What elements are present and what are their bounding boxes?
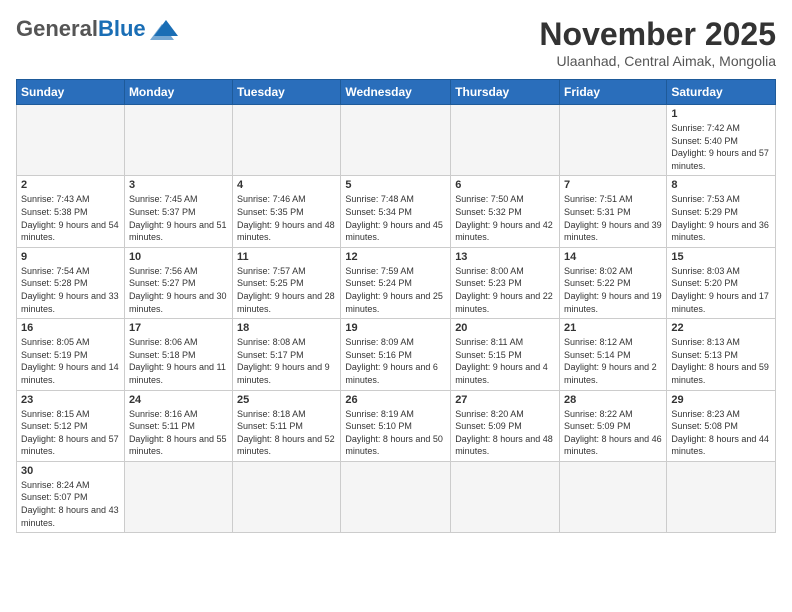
empty-cell [451,105,560,176]
empty-cell [124,105,232,176]
calendar-row-4: 16 Sunrise: 8:05 AM Sunset: 5:19 PM Dayl… [17,319,776,390]
header-monday: Monday [124,80,232,105]
day-7: 7 Sunrise: 7:51 AM Sunset: 5:31 PM Dayli… [560,176,667,247]
day-10: 10 Sunrise: 7:56 AM Sunset: 5:27 PM Dayl… [124,247,232,318]
day-8: 8 Sunrise: 7:53 AM Sunset: 5:29 PM Dayli… [667,176,776,247]
day-number-1: 1 [671,108,771,120]
sunrise-label: Sunrise: [671,123,704,133]
logo-icon [150,18,182,40]
day-13: 13 Sunrise: 8:00 AM Sunset: 5:23 PM Dayl… [451,247,560,318]
header-sunday: Sunday [17,80,125,105]
day-15: 15 Sunrise: 8:03 AM Sunset: 5:20 PM Dayl… [667,247,776,318]
day-5: 5 Sunrise: 7:48 AM Sunset: 5:34 PM Dayli… [341,176,451,247]
day-22: 22 Sunrise: 8:13 AM Sunset: 5:13 PM Dayl… [667,319,776,390]
location: Ulaanhad, Central Aimak, Mongolia [539,53,776,69]
empty-cell [667,461,776,532]
header: General Blue November 2025 Ulaanhad, Cen… [16,16,776,69]
sunset-label: Sunset: [671,136,702,146]
empty-cell [341,461,451,532]
day-23: 23 Sunrise: 8:15 AM Sunset: 5:12 PM Dayl… [17,390,125,461]
day-21: 21 Sunrise: 8:12 AM Sunset: 5:14 PM Dayl… [560,319,667,390]
day-14: 14 Sunrise: 8:02 AM Sunset: 5:22 PM Dayl… [560,247,667,318]
day-28: 28 Sunrise: 8:22 AM Sunset: 5:09 PM Dayl… [560,390,667,461]
day-12: 12 Sunrise: 7:59 AM Sunset: 5:24 PM Dayl… [341,247,451,318]
calendar: Sunday Monday Tuesday Wednesday Thursday… [16,79,776,533]
empty-cell [560,461,667,532]
empty-cell [233,461,341,532]
day-1: 1 Sunrise: 7:42 AM Sunset: 5:40 PM Dayli… [667,105,776,176]
day-6: 6 Sunrise: 7:50 AM Sunset: 5:32 PM Dayli… [451,176,560,247]
daylight-label: Daylight: [671,148,706,158]
day-9: 9 Sunrise: 7:54 AM Sunset: 5:28 PM Dayli… [17,247,125,318]
calendar-row-5: 23 Sunrise: 8:15 AM Sunset: 5:12 PM Dayl… [17,390,776,461]
day-2: 2 Sunrise: 7:43 AM Sunset: 5:38 PM Dayli… [17,176,125,247]
weekday-header-row: Sunday Monday Tuesday Wednesday Thursday… [17,80,776,105]
header-thursday: Thursday [451,80,560,105]
calendar-row-6: 30 Sunrise: 8:24 AM Sunset: 5:07 PM Dayl… [17,461,776,532]
day-16: 16 Sunrise: 8:05 AM Sunset: 5:19 PM Dayl… [17,319,125,390]
header-saturday: Saturday [667,80,776,105]
empty-cell [233,105,341,176]
empty-cell [341,105,451,176]
calendar-row-1: 1 Sunrise: 7:42 AM Sunset: 5:40 PM Dayli… [17,105,776,176]
logo: General Blue [16,16,182,42]
day-27: 27 Sunrise: 8:20 AM Sunset: 5:09 PM Dayl… [451,390,560,461]
day-26: 26 Sunrise: 8:19 AM Sunset: 5:10 PM Dayl… [341,390,451,461]
header-tuesday: Tuesday [233,80,341,105]
day-18: 18 Sunrise: 8:08 AM Sunset: 5:17 PM Dayl… [233,319,341,390]
empty-cell [560,105,667,176]
day-number-2: 2 [21,179,120,191]
sunset-1: 5:40 PM [704,136,738,146]
empty-cell [124,461,232,532]
day-24: 24 Sunrise: 8:16 AM Sunset: 5:11 PM Dayl… [124,390,232,461]
logo-text: General Blue [16,16,182,42]
logo-blue: Blue [98,16,146,42]
title-block: November 2025 Ulaanhad, Central Aimak, M… [539,16,776,69]
empty-cell [17,105,125,176]
header-friday: Friday [560,80,667,105]
day-20: 20 Sunrise: 8:11 AM Sunset: 5:15 PM Dayl… [451,319,560,390]
day-29: 29 Sunrise: 8:23 AM Sunset: 5:08 PM Dayl… [667,390,776,461]
day-info-1: Sunrise: 7:42 AM Sunset: 5:40 PM Dayligh… [671,122,771,172]
calendar-row-2: 2 Sunrise: 7:43 AM Sunset: 5:38 PM Dayli… [17,176,776,247]
day-25: 25 Sunrise: 8:18 AM Sunset: 5:11 PM Dayl… [233,390,341,461]
day-4: 4 Sunrise: 7:46 AM Sunset: 5:35 PM Dayli… [233,176,341,247]
month-title: November 2025 [539,16,776,53]
empty-cell [451,461,560,532]
day-3: 3 Sunrise: 7:45 AM Sunset: 5:37 PM Dayli… [124,176,232,247]
day-17: 17 Sunrise: 8:06 AM Sunset: 5:18 PM Dayl… [124,319,232,390]
calendar-row-3: 9 Sunrise: 7:54 AM Sunset: 5:28 PM Dayli… [17,247,776,318]
day-19: 19 Sunrise: 8:09 AM Sunset: 5:16 PM Dayl… [341,319,451,390]
header-wednesday: Wednesday [341,80,451,105]
day-11: 11 Sunrise: 7:57 AM Sunset: 5:25 PM Dayl… [233,247,341,318]
page: General Blue November 2025 Ulaanhad, Cen… [0,0,792,541]
logo-general: General [16,16,98,42]
sunrise-1: 7:42 AM [707,123,740,133]
day-30: 30 Sunrise: 8:24 AM Sunset: 5:07 PM Dayl… [17,461,125,532]
day-info-2: Sunrise: 7:43 AM Sunset: 5:38 PM Dayligh… [21,193,120,243]
